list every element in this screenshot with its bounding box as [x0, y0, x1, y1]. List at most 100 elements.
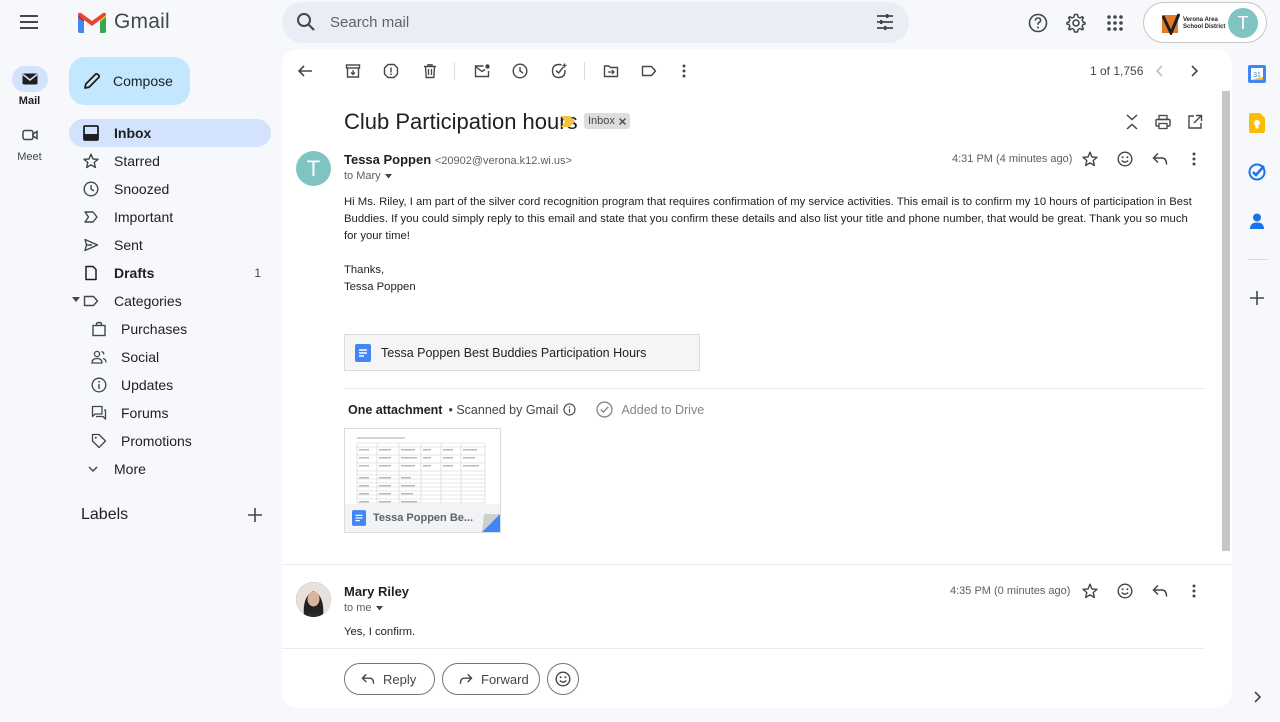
message-more-button[interactable]: [1183, 148, 1205, 170]
important-marker-icon[interactable]: [561, 116, 575, 127]
sidebar-item-updates[interactable]: Updates: [69, 371, 271, 399]
caret-down-icon[interactable]: [72, 297, 80, 303]
scrollbar-thumb[interactable]: [1222, 91, 1230, 551]
smiley-icon: [1117, 151, 1133, 167]
collapse-all-button[interactable]: [1121, 111, 1143, 133]
rail-meet[interactable]: Meet: [0, 122, 59, 163]
add-task-icon: [551, 63, 567, 79]
check-circle-icon: [596, 401, 614, 418]
plus-icon: [1250, 291, 1264, 305]
show-side-panel-button[interactable]: [1247, 687, 1267, 707]
google-apps-button[interactable]: [1095, 3, 1135, 43]
sidebar-item-forums[interactable]: Forums: [69, 399, 271, 427]
collapse-icon: [1126, 114, 1138, 130]
report-spam-button[interactable]: [380, 60, 402, 82]
tasks-app-button[interactable]: [1247, 162, 1267, 182]
label-icon: [83, 295, 99, 307]
sidebar-item-social[interactable]: Social: [69, 343, 271, 371]
compose-button[interactable]: Compose: [69, 57, 190, 105]
sidebar-item-purchases[interactable]: Purchases: [69, 315, 271, 343]
open-in-new-icon: [1188, 114, 1203, 129]
reply-button[interactable]: [1149, 580, 1171, 602]
labels-button[interactable]: [638, 60, 660, 82]
add-to-tasks-button[interactable]: [548, 60, 570, 82]
contacts-app-button[interactable]: [1247, 211, 1267, 231]
org-logo: Verona Area School District: [1162, 12, 1226, 36]
send-icon: [84, 238, 99, 252]
sidebar-item-more[interactable]: More: [69, 455, 271, 483]
trash-icon: [424, 64, 436, 79]
emoji-reaction-button[interactable]: [1114, 580, 1136, 602]
sender-email: <20902@verona.k12.wi.us>: [434, 155, 572, 167]
sidebar-item-label: Purchases: [121, 321, 188, 337]
recipient-line[interactable]: to Mary: [344, 170, 392, 182]
forum-icon: [91, 405, 107, 420]
app-rail: Mail Meet: [0, 0, 59, 722]
attachment-card[interactable]: Tessa Poppen Be...: [344, 428, 501, 533]
message-more-button[interactable]: [1183, 580, 1205, 602]
person-photo-icon: [296, 582, 331, 617]
org-name-line1: Verona Area: [1183, 17, 1218, 23]
support-button[interactable]: [1018, 3, 1058, 43]
chevron-right-icon: [1191, 65, 1199, 77]
recipient-line[interactable]: to me: [344, 602, 383, 614]
settings-button[interactable]: [1056, 3, 1096, 43]
info-icon[interactable]: [563, 403, 577, 416]
sidebar-item-sent[interactable]: Sent: [69, 231, 271, 259]
delete-button[interactable]: [419, 60, 441, 82]
sidebar-item-promotions[interactable]: Promotions: [69, 427, 271, 455]
keep-app-button[interactable]: [1247, 113, 1267, 133]
verona-logo-icon: [1162, 13, 1180, 35]
print-button[interactable]: [1152, 111, 1174, 133]
older-button[interactable]: [1183, 60, 1205, 82]
search-input[interactable]: [330, 2, 830, 43]
snooze-button[interactable]: [509, 60, 531, 82]
search-options-icon[interactable]: [875, 12, 895, 32]
sidebar-item-drafts[interactable]: Drafts 1: [69, 259, 271, 287]
attachments-count: One attachment: [348, 402, 443, 417]
report-icon: [383, 63, 399, 79]
search-icon[interactable]: [296, 12, 316, 32]
gmail-logo[interactable]: Gmail: [78, 10, 170, 34]
sign-off: Thanks,: [344, 264, 385, 276]
app-name: Gmail: [114, 10, 170, 33]
sender-line: Tessa Poppen <20902@verona.k12.wi.us>: [344, 152, 572, 167]
move-to-button[interactable]: [600, 60, 622, 82]
video-camera-icon: [21, 129, 38, 141]
forward-pill-button[interactable]: Forward: [442, 663, 540, 695]
archive-button[interactable]: [342, 60, 364, 82]
sidebar-item-inbox[interactable]: Inbox: [69, 119, 271, 147]
emoji-react-button[interactable]: [547, 663, 579, 695]
main-menu-button[interactable]: [9, 2, 49, 42]
attachments-header: One attachment • Scanned by Gmail Added …: [348, 401, 704, 418]
star-button[interactable]: [1079, 580, 1101, 602]
sidebar-item-categories[interactable]: Categories: [69, 287, 271, 315]
sidebar-item-starred[interactable]: Starred: [69, 147, 271, 175]
reply-pill-button[interactable]: Reply: [344, 663, 435, 695]
mark-unread-button[interactable]: [471, 60, 493, 82]
add-label-icon[interactable]: [245, 505, 265, 525]
sender-name[interactable]: Mary Riley: [344, 584, 409, 599]
svg-text:31: 31: [1253, 72, 1261, 79]
more-options-button[interactable]: [673, 60, 695, 82]
reply-button[interactable]: [1149, 148, 1171, 170]
drive-doc-chip[interactable]: Tessa Poppen Best Buddies Participation …: [344, 334, 700, 371]
star-button[interactable]: [1079, 148, 1101, 170]
get-addons-button[interactable]: [1247, 288, 1267, 308]
gear-icon: [1066, 13, 1086, 33]
back-button[interactable]: [294, 60, 316, 82]
close-icon[interactable]: [618, 117, 626, 125]
rail-mail[interactable]: Mail: [0, 66, 59, 107]
reply-icon: [1152, 152, 1168, 165]
emoji-reaction-button[interactable]: [1114, 148, 1136, 170]
sidebar-item-snoozed[interactable]: Snoozed: [69, 175, 271, 203]
forward-label: Forward: [481, 671, 529, 687]
sidebar-item-important[interactable]: Important: [69, 203, 271, 231]
newer-button[interactable]: [1149, 60, 1171, 82]
calendar-app-button[interactable]: 31: [1247, 64, 1267, 84]
apps-grid-icon: [1107, 15, 1123, 31]
sender-avatar[interactable]: T: [296, 151, 331, 186]
sender-name[interactable]: Tessa Poppen: [344, 152, 431, 167]
open-new-window-button[interactable]: [1184, 111, 1206, 133]
sender-avatar-photo[interactable]: [296, 582, 331, 617]
